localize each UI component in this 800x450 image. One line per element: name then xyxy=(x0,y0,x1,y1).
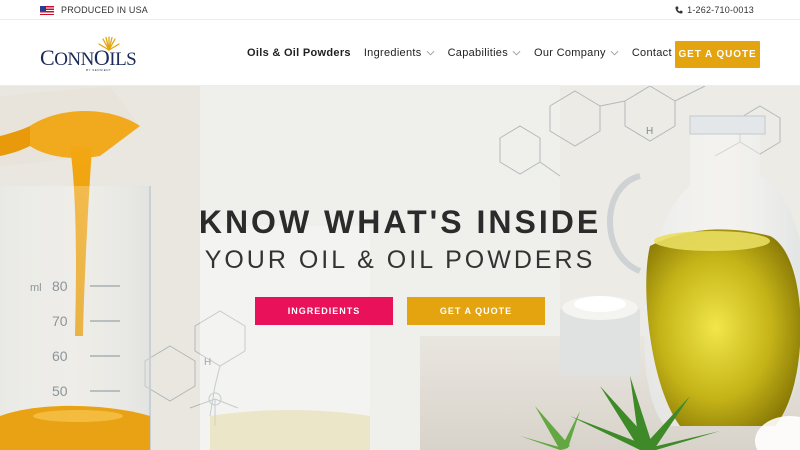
top-utility-bar: PRODUCED IN USA 1-262-710-0013 xyxy=(0,0,800,20)
phone-number: 1-262-710-0013 xyxy=(687,5,754,15)
us-flag-icon xyxy=(40,5,54,15)
chevron-down-icon xyxy=(512,50,521,56)
beaker-mark-60: 60 xyxy=(52,348,68,364)
hero-get-a-quote-button[interactable]: GET A QUOTE xyxy=(407,297,545,325)
nav-item-our-company[interactable]: Our Company xyxy=(534,47,619,59)
hero-subtitle: YOUR OIL & OIL POWDERS xyxy=(204,246,596,274)
nav-item-oils-oil-powders[interactable]: Oils & Oil Powders xyxy=(247,47,351,59)
nav-item-ingredients[interactable]: Ingredients xyxy=(364,47,435,59)
beaker-mark-70: 70 xyxy=(52,313,68,329)
phone-link[interactable]: 1-262-710-0013 xyxy=(675,5,754,15)
beaker-unit-label: ml xyxy=(30,282,42,294)
chevron-down-icon xyxy=(610,50,619,56)
beaker-mark-80: 80 xyxy=(52,278,68,294)
beaker-mark-50: 50 xyxy=(52,383,68,399)
produced-in-usa-label: PRODUCED IN USA xyxy=(61,5,149,15)
header-get-a-quote-button[interactable]: GET A QUOTE xyxy=(675,41,760,68)
site-header: CONNOILS BY SENSIENT Oils & Oil Powders … xyxy=(0,20,800,86)
molecule-h-label: H xyxy=(646,126,653,137)
chevron-down-icon xyxy=(426,50,434,56)
nav-item-contact[interactable]: Contact xyxy=(632,47,672,59)
logo-tagline: BY SENSIENT xyxy=(86,68,112,72)
phone-icon xyxy=(675,6,683,14)
connoils-logo[interactable]: CONNOILS BY SENSIENT xyxy=(40,35,137,75)
hero-title: KNOW WHAT'S INSIDE xyxy=(198,204,602,240)
hero-banner: H H 80 70 60 50 ml KNOW WHAT'S INSIDE YO… xyxy=(0,86,800,450)
main-navigation: Oils & Oil Powders Ingredients Capabilit… xyxy=(247,47,685,59)
nav-item-capabilities[interactable]: Capabilities xyxy=(448,47,521,59)
ingredients-button[interactable]: INGREDIENTS xyxy=(255,297,393,325)
produced-in-usa: PRODUCED IN USA xyxy=(40,5,148,15)
